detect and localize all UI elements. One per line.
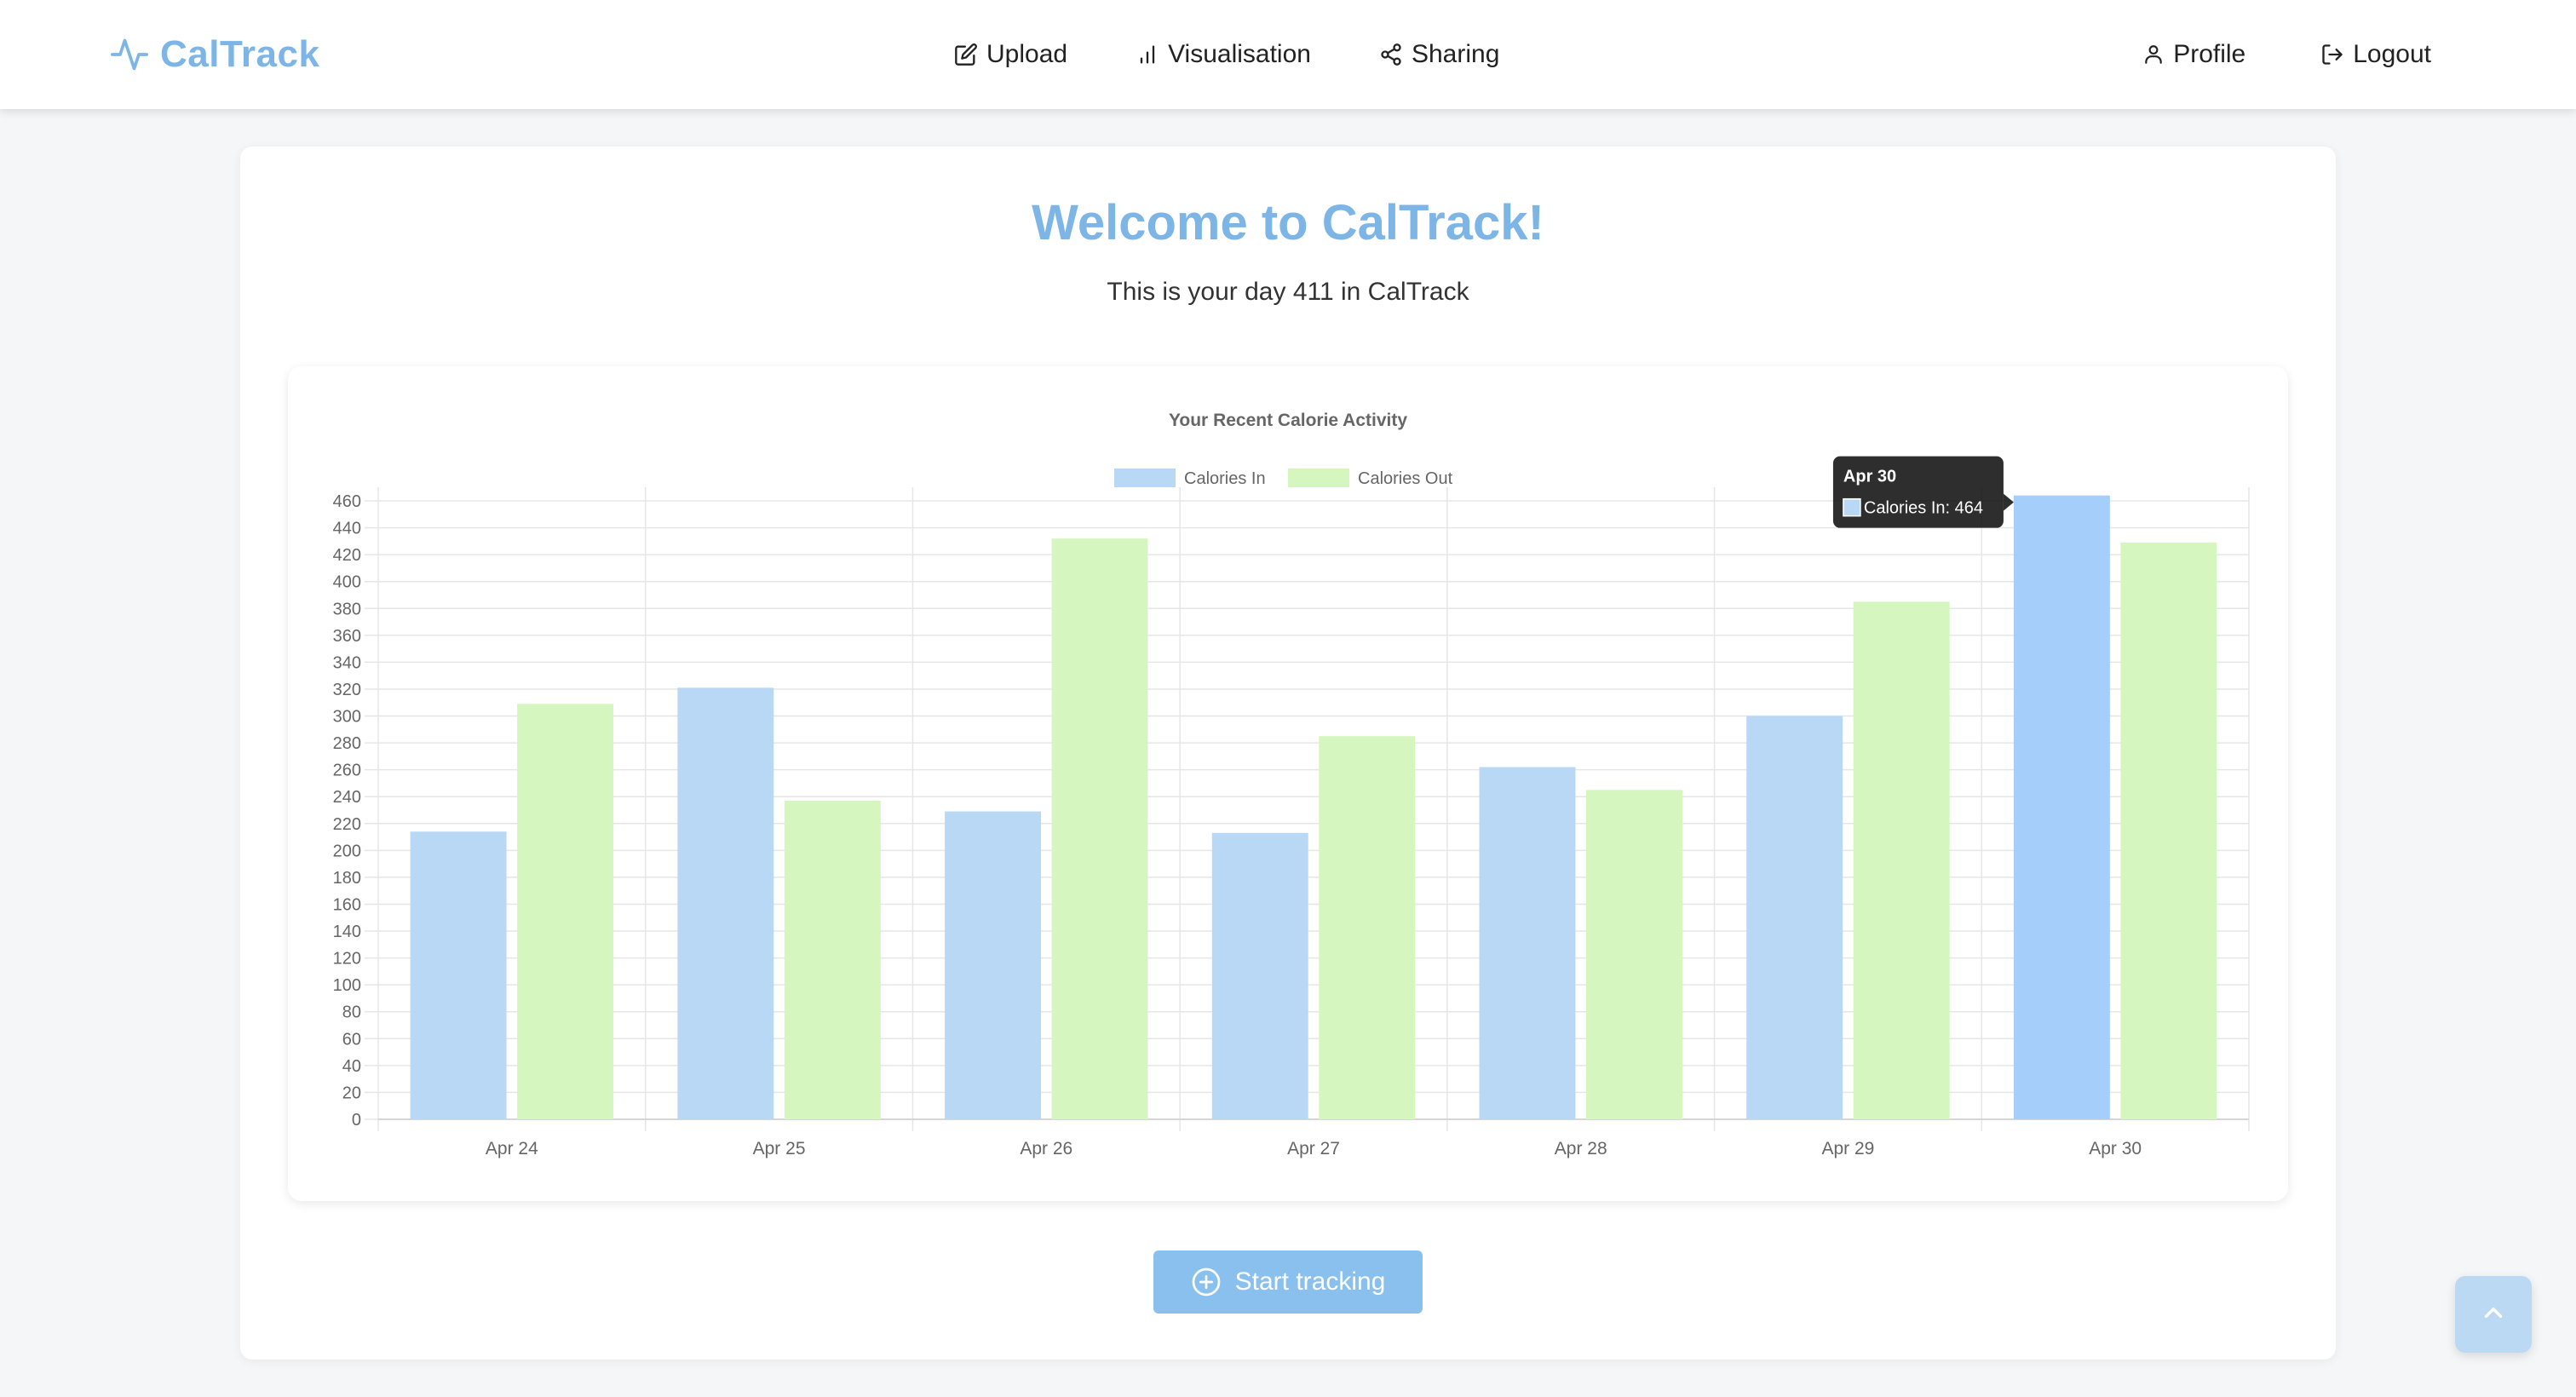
y-tick-label: 0 (352, 1111, 361, 1130)
nav-logout[interactable]: Logout (2320, 40, 2431, 69)
x-tick-label: Apr 28 (1555, 1139, 1607, 1158)
brand-logo[interactable]: CalTrack (111, 0, 319, 109)
navbar: CalTrack Upload Visualisation Sharing Pr… (0, 0, 2576, 109)
user-nav: Profile Logout (2142, 0, 2431, 109)
nav-visualisation-label: Visualisation (1168, 40, 1311, 68)
tooltip-title: Apr 30 (1843, 468, 1896, 486)
pulse-icon (111, 36, 148, 73)
plus-circle-icon (1191, 1267, 1222, 1297)
y-tick-label: 360 (333, 627, 361, 646)
legend-label: Calories Out (1358, 469, 1453, 488)
bar-calories-in (677, 687, 774, 1119)
y-tick-label: 380 (333, 600, 361, 618)
chart-card: Your Recent Calorie Activity Calories In C… (288, 366, 2288, 1201)
bar-calories-in (1479, 767, 1576, 1119)
bar-chart-icon (1136, 43, 1159, 66)
legend-swatch (1288, 469, 1349, 487)
bar-calories-out (1853, 601, 1950, 1119)
brand-name: CalTrack (160, 33, 320, 75)
y-tick-label: 320 (333, 681, 361, 699)
calorie-chart[interactable]: Your Recent Calorie Activity Calories In C… (288, 366, 2288, 1201)
bar-calories-out (2120, 542, 2217, 1119)
y-tick-label: 180 (333, 869, 361, 888)
tooltip-swatch (1843, 497, 1861, 517)
y-tick-label: 260 (333, 762, 361, 780)
y-tick-label: 340 (333, 653, 361, 672)
nav-sharing[interactable]: Sharing (1379, 40, 1499, 69)
nav-profile-label: Profile (2173, 40, 2246, 68)
main-nav: Upload Visualisation Sharing (954, 0, 1499, 109)
chart-title: Your Recent Calorie Activity (1169, 411, 1407, 430)
legend-label: Calories In (1184, 469, 1266, 488)
share-icon (1379, 43, 1403, 66)
bar-calories-in (2013, 495, 2110, 1119)
bar-calories-out (1319, 736, 1416, 1119)
x-tick-label: Apr 25 (753, 1139, 806, 1158)
bar-calories-out (517, 704, 614, 1119)
tooltip-caret (2003, 493, 2014, 511)
nav-profile[interactable]: Profile (2142, 40, 2245, 69)
bar-calories-in (945, 811, 1042, 1119)
bar-calories-out (1051, 538, 1148, 1119)
page-subtitle: This is your day 411 in CalTrack (1107, 278, 1469, 306)
nav-visualisation[interactable]: Visualisation (1136, 40, 1311, 69)
nav-logout-label: Logout (2353, 40, 2431, 68)
y-tick-label: 20 (342, 1084, 361, 1102)
x-tick-label: Apr 27 (1287, 1139, 1340, 1158)
y-tick-label: 160 (333, 895, 361, 914)
bar-calories-in (1746, 716, 1843, 1119)
nav-upload-label: Upload (986, 40, 1068, 68)
tooltip-label: Calories In: 464 (1864, 499, 1983, 518)
y-tick-label: 300 (333, 708, 361, 727)
user-icon (2142, 43, 2165, 66)
nav-upload[interactable]: Upload (954, 40, 1067, 69)
bar-calories-out (784, 800, 881, 1119)
page-title: Welcome to CalTrack! (1032, 195, 1544, 250)
y-tick-label: 240 (333, 788, 361, 807)
y-tick-label: 420 (333, 546, 361, 565)
y-tick-label: 100 (333, 976, 361, 995)
x-tick-label: Apr 24 (486, 1139, 538, 1158)
edit-icon (954, 43, 978, 66)
y-tick-label: 440 (333, 520, 361, 538)
bar-calories-out (1585, 790, 1682, 1119)
x-tick-label: Apr 30 (2089, 1139, 2142, 1158)
bar-calories-in (1211, 832, 1308, 1119)
chevron-up-icon (2479, 1298, 2508, 1331)
y-tick-label: 40 (342, 1057, 361, 1076)
y-tick-label: 60 (342, 1030, 361, 1049)
y-tick-label: 120 (333, 950, 361, 969)
scroll-top-button[interactable] (2455, 1276, 2532, 1353)
logout-icon (2320, 43, 2344, 66)
legend-swatch (1114, 469, 1176, 487)
x-tick-label: Apr 29 (1821, 1139, 1874, 1158)
y-tick-label: 280 (333, 734, 361, 753)
x-tick-label: Apr 26 (1020, 1139, 1072, 1158)
nav-sharing-label: Sharing (1411, 40, 1500, 68)
start-tracking-label: Start tracking (1234, 1268, 1386, 1296)
y-tick-label: 140 (333, 923, 361, 941)
start-tracking-button[interactable]: Start tracking (1153, 1250, 1423, 1314)
y-tick-label: 80 (342, 1003, 361, 1022)
y-tick-label: 220 (333, 815, 361, 834)
y-tick-label: 200 (333, 842, 361, 860)
welcome-card: Welcome to CalTrack! This is your day 41… (240, 147, 2336, 1360)
bar-calories-in (410, 831, 507, 1119)
y-tick-label: 460 (333, 492, 361, 511)
y-tick-label: 400 (333, 573, 361, 592)
